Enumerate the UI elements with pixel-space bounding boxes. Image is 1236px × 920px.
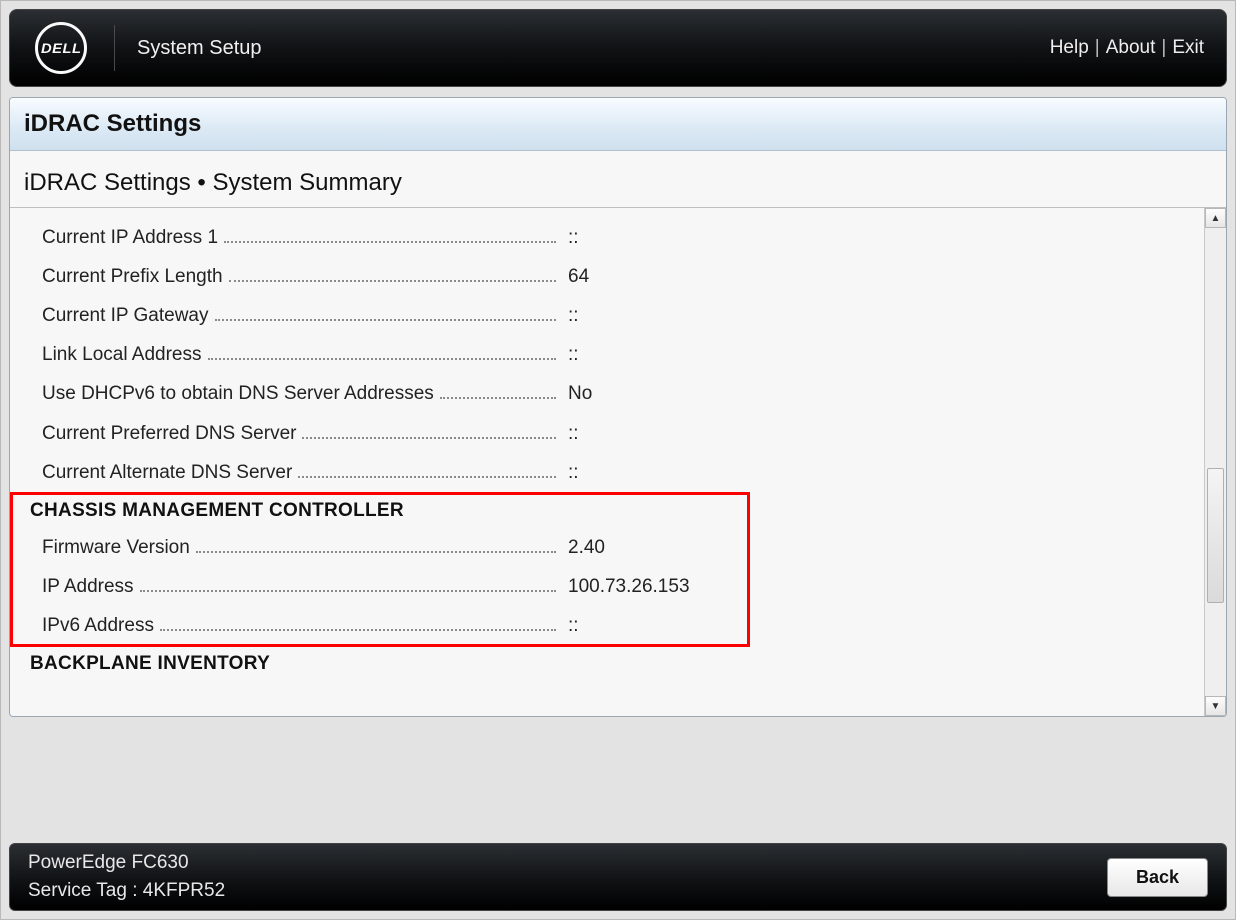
setting-row-cmc-0: Firmware Version 2.40	[42, 536, 1192, 557]
setting-label: Current IP Address 1	[42, 228, 222, 247]
top-bar: DELL System Setup Help | About | Exit	[9, 9, 1227, 87]
back-button[interactable]: Back	[1107, 858, 1208, 897]
brand-logo: DELL	[26, 21, 96, 75]
dotted-leader	[140, 575, 556, 592]
setting-row-net-0: Current IP Address 1::	[42, 226, 1192, 247]
setting-label: Link Local Address	[42, 345, 206, 364]
dotted-leader	[298, 461, 556, 478]
setting-value: ::	[562, 463, 579, 482]
scroll-area: Current IP Address 1::Current Prefix Len…	[10, 208, 1226, 716]
content: Current IP Address 1::Current Prefix Len…	[10, 208, 1204, 716]
panel-title: iDRAC Settings	[10, 98, 1226, 151]
header-links: Help | About | Exit	[1050, 10, 1204, 86]
setting-row-net-6: Current Alternate DNS Server::	[42, 461, 1192, 482]
scroll-thumb[interactable]	[1207, 468, 1224, 603]
header-divider	[114, 25, 115, 71]
dotted-leader	[229, 265, 556, 282]
dotted-leader	[215, 304, 556, 321]
dotted-leader	[208, 343, 557, 360]
breadcrumb: iDRAC Settings • System Summary	[10, 151, 1226, 208]
setting-row-cmc-1: IP Address 100.73.26.153	[42, 575, 1192, 596]
brand-logo-text: DELL	[41, 40, 81, 56]
dotted-leader	[224, 226, 556, 243]
exit-link[interactable]: Exit	[1172, 37, 1204, 59]
about-link[interactable]: About	[1106, 37, 1156, 59]
setting-value: 2.40	[562, 538, 605, 557]
setting-label: Firmware Version	[42, 538, 194, 557]
setting-row-net-4: Use DHCPv6 to obtain DNS Server Addresse…	[42, 382, 1192, 403]
setting-row-net-3: Link Local Address::	[42, 343, 1192, 364]
model-name: PowerEdge FC630	[28, 849, 225, 877]
footer-bar: PowerEdge FC630 Service Tag : 4KFPR52 Ba…	[9, 843, 1227, 911]
setting-value: ::	[562, 616, 579, 635]
setting-value: No	[562, 384, 592, 403]
dotted-leader	[302, 421, 556, 438]
cmc-heading: CHASSIS MANAGEMENT CONTROLLER	[30, 500, 1192, 522]
setting-row-cmc-2: IPv6 Address::	[42, 614, 1192, 635]
setting-row-net-2: Current IP Gateway::	[42, 304, 1192, 325]
service-tag-value: 4KFPR52	[143, 880, 225, 901]
setting-label: Current IP Gateway	[42, 306, 213, 325]
header-link-sep: |	[1095, 37, 1100, 59]
setting-label: Current Alternate DNS Server	[42, 463, 296, 482]
dotted-leader	[196, 536, 556, 553]
setting-value: 100.73.26.153	[562, 577, 690, 596]
setting-label: IP Address	[42, 577, 138, 596]
service-tag-label: Service Tag :	[28, 880, 137, 901]
vertical-scrollbar[interactable]: ▲ ▼	[1204, 208, 1226, 716]
app-title: System Setup	[137, 37, 262, 60]
header-link-sep: |	[1161, 37, 1166, 59]
scroll-up-button[interactable]: ▲	[1205, 208, 1226, 228]
dotted-leader	[440, 382, 556, 399]
scroll-down-button[interactable]: ▼	[1205, 696, 1226, 716]
backplane-heading: BACKPLANE INVENTORY	[30, 653, 1192, 675]
setting-value: ::	[562, 306, 579, 325]
main-panel: iDRAC Settings iDRAC Settings • System S…	[9, 97, 1227, 717]
setting-label: Use DHCPv6 to obtain DNS Server Addresse…	[42, 384, 438, 403]
setting-label: Current Prefix Length	[42, 267, 227, 286]
setting-label: IPv6 Address	[42, 616, 158, 635]
setting-value: 64	[562, 267, 589, 286]
service-tag-line: Service Tag : 4KFPR52	[28, 877, 225, 905]
setting-label: Current Preferred DNS Server	[42, 424, 300, 443]
setting-row-net-1: Current Prefix Length 64	[42, 265, 1192, 286]
help-link[interactable]: Help	[1050, 37, 1089, 59]
setting-row-net-5: Current Preferred DNS Server::	[42, 421, 1192, 442]
setting-value: ::	[562, 345, 579, 364]
dotted-leader	[160, 614, 556, 631]
brand-logo-circle: DELL	[35, 22, 87, 74]
setting-value: ::	[562, 228, 579, 247]
setting-value: ::	[562, 424, 579, 443]
footer-info: PowerEdge FC630 Service Tag : 4KFPR52	[28, 849, 225, 904]
